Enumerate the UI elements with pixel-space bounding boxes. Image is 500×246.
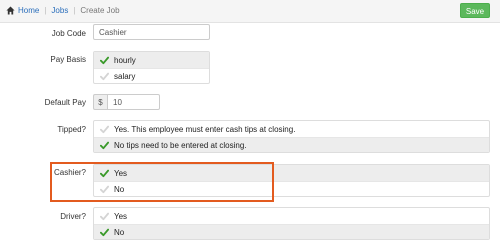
driver-radio-group: Yes No [93,207,490,240]
breadcrumb-home-link[interactable]: Home [18,6,39,15]
driver-option[interactable]: Yes [94,208,489,224]
pay-basis-label: Pay Basis [50,55,86,64]
checkmark-icon [100,72,109,81]
home-icon [6,6,15,15]
job-code-input[interactable]: Cashier [93,24,210,40]
checkmark-icon [100,56,109,64]
option-label: Yes [114,211,128,221]
currency-addon: $ [93,94,107,110]
option-label: hourly [114,55,136,65]
breadcrumb-separator: | [73,6,76,15]
driver-option[interactable]: No [94,224,489,239]
breadcrumb-jobs-link[interactable]: Jobs [51,6,68,15]
option-label: Yes. This employee must enter cash tips … [114,124,296,134]
tipped-label: Tipped? [57,125,86,134]
option-label: No tips need to be entered at closing. [114,141,247,150]
tipped-option[interactable]: Yes. This employee must enter cash tips … [94,121,489,137]
pay-basis-option[interactable]: hourly [94,52,209,68]
checkmark-icon [100,141,109,150]
checkmark-icon [100,212,109,220]
tipped-option[interactable]: No tips need to be entered at closing. [94,137,489,152]
driver-label: Driver? [60,212,86,221]
option-label: No [114,228,125,237]
cashier-highlight-box [50,162,274,202]
tipped-radio-group: Yes. This employee must enter cash tips … [93,120,490,153]
checkmark-icon [100,125,109,133]
default-pay-label: Default Pay [44,98,86,107]
job-code-label: Job Code [51,29,86,38]
breadcrumb-current: Create Job [80,6,120,15]
checkmark-icon [100,228,109,237]
pay-basis-radio-group: hourly salary [93,51,210,84]
option-label: salary [114,72,136,81]
top-toolbar: Home | Jobs | Create Job Save [0,0,500,23]
save-button[interactable]: Save [460,3,490,18]
breadcrumb: Home | Jobs | Create Job [6,6,120,15]
pay-basis-option[interactable]: salary [94,68,209,83]
default-pay-input[interactable]: 10 [107,94,160,110]
breadcrumb-separator: | [44,6,47,15]
